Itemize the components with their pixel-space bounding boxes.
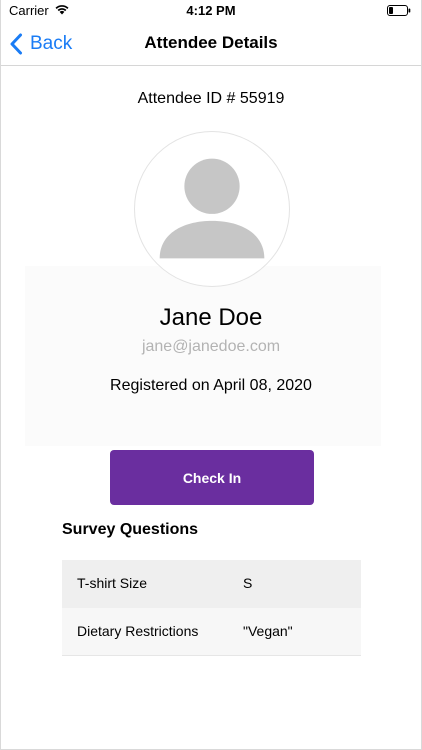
content-card-background bbox=[25, 266, 381, 446]
survey-answer: S bbox=[243, 575, 253, 591]
status-time: 4:12 PM bbox=[186, 3, 236, 18]
check-in-button[interactable]: Check In bbox=[110, 450, 314, 505]
survey-section-title: Survey Questions bbox=[62, 521, 199, 538]
battery-icon bbox=[387, 5, 411, 16]
survey-table: T-shirt Size S Dietary Restrictions "Veg… bbox=[62, 560, 361, 656]
attendee-name: Jane Doe bbox=[159, 304, 263, 331]
avatar bbox=[134, 131, 290, 287]
attendee-id: Attendee ID # 55919 bbox=[137, 90, 285, 107]
person-silhouette-icon bbox=[159, 158, 265, 259]
registration-date: Registered on April 08, 2020 bbox=[110, 377, 312, 394]
survey-question: T-shirt Size bbox=[77, 575, 148, 591]
table-row: Dietary Restrictions "Vegan" bbox=[62, 608, 361, 656]
page-title: Attendee Details bbox=[144, 33, 278, 52]
navigation-bar: Back Attendee Details bbox=[1, 22, 421, 66]
status-bar: Carrier 4:12 PM bbox=[1, 0, 421, 22]
survey-answer: "Vegan" bbox=[243, 623, 293, 639]
survey-question: Dietary Restrictions bbox=[77, 623, 199, 639]
attendee-email: jane@janedoe.com bbox=[141, 338, 281, 355]
table-row: T-shirt Size S bbox=[62, 560, 361, 608]
app-screen: Carrier 4:12 PM Back Attendee Details At… bbox=[0, 0, 422, 750]
